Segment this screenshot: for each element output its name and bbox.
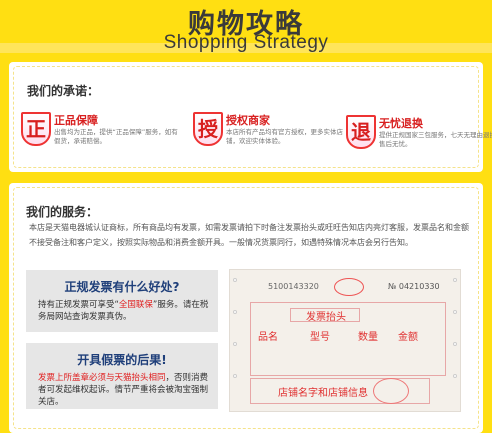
promise-title: 正品保障: [54, 114, 98, 127]
invoice-buyer-label: 发票抬头: [306, 312, 346, 323]
authorized-shield-icon: 授: [193, 112, 223, 146]
invoice-sample-image: 5100143320 № 04210330 发票抬头 品名 型号 数量 金额 店…: [229, 269, 461, 412]
invoice-col-model: 型号: [310, 332, 330, 343]
box-title: 开具假票的后果!: [77, 353, 167, 367]
promise-title: 授权商家: [226, 114, 270, 127]
promise-desc: 本店所有产品均有官方授权，更多实体店铺，欢迎实体体验。: [226, 128, 343, 145]
service-heading: 我们的服务：: [26, 205, 99, 219]
promise-item-authorized: 授 授权商家 本店所有产品均有官方授权，更多实体店铺，欢迎实体体验。: [193, 112, 351, 146]
box-title: 正规发票有什么好处?: [64, 280, 180, 294]
promise-title: 无忧退换: [379, 117, 423, 130]
invoice-code: 5100143320: [268, 282, 319, 291]
invoice-seller-label: 店铺名字和店铺信息: [278, 388, 368, 399]
promise-desc: 提供正规国家三包服务，七天无理由退换，售后无忧。: [379, 131, 492, 148]
service-text: 本店是天猫电器城认证商标，所有商品均有发票，如需发票请拍下时备注发票抬头或旺旺告…: [29, 223, 469, 247]
page-header: 购物攻略 Shopping Strategy: [0, 0, 492, 60]
promise-heading: 我们的承诺：: [27, 84, 100, 98]
box-text: 持有正规发票可享受“全国联保”服务。请在税务局网站查询发票真伪。: [38, 300, 209, 322]
fake-invoice-box: 开具假票的后果! 发票上所盖章必须与天猫抬头相同，否则消费者可发起维权起诉。情节…: [26, 343, 218, 409]
page-subtitle: Shopping Strategy: [163, 32, 329, 53]
invoice-col-qty: 数量: [358, 332, 378, 343]
invoice-number: № 04210330: [388, 282, 440, 291]
genuine-invoice-box: 正规发票有什么好处? 持有正规发票可享受“全国联保”服务。请在税务局网站查询发票…: [26, 270, 218, 332]
invoice-col-name: 品名: [258, 332, 278, 343]
promise-item-return: 退 无忧退换 提供正规国家三包服务，七天无理由退换，售后无忧。: [346, 115, 492, 149]
box-text: 发票上所盖章必须与天猫抬头相同，否则消费者可发起维权起诉。情节严重将会被淘宝强制…: [38, 373, 209, 407]
promise-item-genuine: 正 正品保障 出售均为正品，提供“正品保障”服务，如有假货，承诺赔偿。: [21, 112, 179, 146]
promise-desc: 出售均为正品，提供“正品保障”服务，如有假货，承诺赔偿。: [54, 128, 178, 145]
invoice-col-amount: 金额: [398, 332, 418, 343]
promise-card: 我们的承诺： 正 正品保障 出售均为正品，提供“正品保障”服务，如有假货，承诺赔偿…: [9, 62, 492, 172]
genuine-shield-icon: 正: [21, 112, 51, 146]
return-shield-icon: 退: [346, 115, 376, 149]
